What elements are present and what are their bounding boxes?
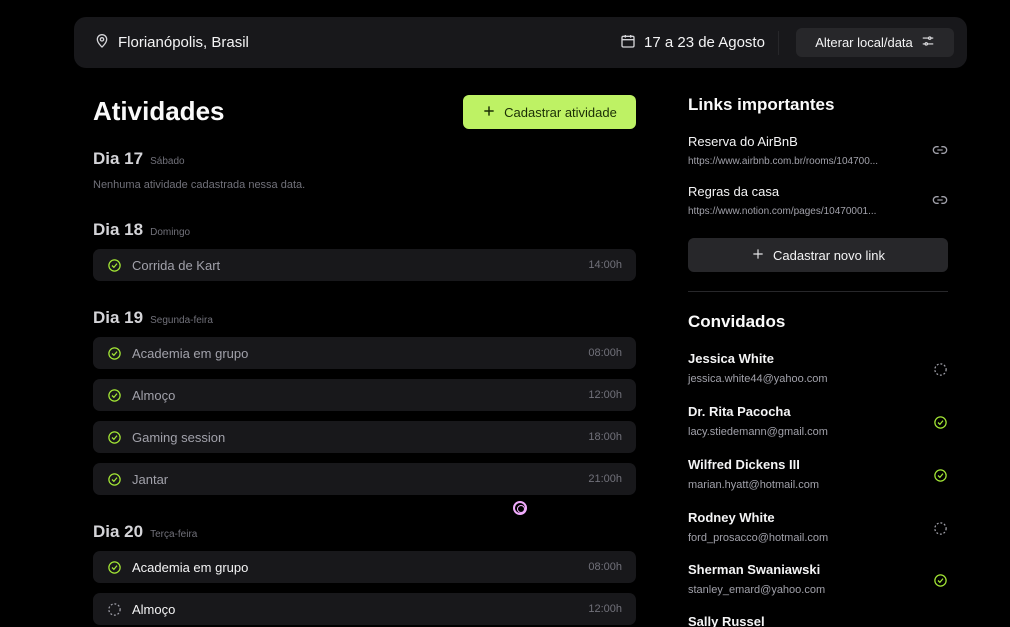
guest-email: marian.hyatt@hotmail.com xyxy=(688,479,819,491)
check-circle-icon xyxy=(933,573,948,593)
activity-time: 18:00h xyxy=(588,431,622,443)
settings-sliders-icon xyxy=(921,34,935,51)
link-name: Reserva do AirBnB xyxy=(688,134,798,149)
check-circle-icon xyxy=(107,560,122,575)
date-range: 17 a 23 de Agosto xyxy=(620,17,765,68)
link-url: https://www.airbnb.com.br/rooms/104700..… xyxy=(688,156,879,167)
guests-title: Convidados xyxy=(688,312,786,331)
activity-time: 12:00h xyxy=(588,389,622,401)
guest-email: stanley_emard@yahoo.com xyxy=(688,584,826,596)
guest-name: Jessica White xyxy=(688,351,774,366)
day-label: Dia 17 xyxy=(93,149,144,168)
activity-name: Almoço xyxy=(132,387,176,403)
guest-email: lacy.stiedemann@gmail.com xyxy=(688,426,828,438)
day-weekday: Sábado xyxy=(150,156,185,167)
activity-name: Academia em grupo xyxy=(132,345,249,361)
link-item[interactable]: Reserva do AirBnB https://www.airbnb.com… xyxy=(688,134,948,167)
guest-name: Sally Russel xyxy=(688,614,765,627)
check-circle-icon xyxy=(933,415,948,435)
day-header: Dia 19 Segunda-feira xyxy=(93,308,213,328)
day-label: Dia 20 xyxy=(93,522,144,541)
guest-item: Wilfred Dickens III marian.hyatt@hotmail… xyxy=(688,457,948,491)
link-icon[interactable] xyxy=(932,142,948,163)
activity-time: 21:00h xyxy=(588,473,622,485)
day-label: Dia 19 xyxy=(93,308,144,327)
day-weekday: Domingo xyxy=(150,227,191,238)
day-label: Dia 18 xyxy=(93,220,144,239)
link-name: Regras da casa xyxy=(688,184,780,199)
dashed-circle-icon xyxy=(107,602,122,617)
check-circle-icon xyxy=(107,258,122,273)
activity-time: 12:00h xyxy=(588,603,622,615)
link-item[interactable]: Regras da casa https://www.notion.com/pa… xyxy=(688,184,948,217)
link-icon[interactable] xyxy=(932,192,948,213)
guest-item: Sherman Swaniawski stanley_emard@yahoo.c… xyxy=(688,562,948,596)
plus-icon xyxy=(751,247,765,264)
guest-item: Jessica White jessica.white44@yahoo.com xyxy=(688,351,948,385)
activity-name: Almoço xyxy=(132,601,176,617)
day-weekday: Terça-feira xyxy=(150,529,198,540)
check-circle-icon xyxy=(107,430,122,445)
dashed-circle-icon xyxy=(933,521,948,541)
links-title: Links importantes xyxy=(688,95,835,114)
guest-item: Rodney White ford_prosacco@hotmail.com xyxy=(688,510,948,544)
activity-item[interactable]: Almoço 12:00h xyxy=(93,593,636,625)
day-header: Dia 18 Domingo xyxy=(93,220,190,240)
trip-header: Florianópolis, Brasil 17 a 23 de Agosto … xyxy=(74,17,967,68)
activity-name: Gaming session xyxy=(132,429,226,445)
activity-item[interactable]: Gaming session 18:00h xyxy=(93,421,636,453)
guest-item: Dr. Rita Pacocha lacy.stiedemann@gmail.c… xyxy=(688,404,948,438)
map-pin-icon xyxy=(94,33,110,53)
activities-title: Atividades xyxy=(93,96,225,126)
activity-item[interactable]: Academia em grupo 08:00h xyxy=(93,551,636,583)
change-button-label: Alterar local/data xyxy=(815,35,913,50)
divider xyxy=(778,31,779,55)
add-link-button[interactable]: Cadastrar novo link xyxy=(688,238,948,272)
guest-name: Sherman Swaniawski xyxy=(688,562,821,577)
add-activity-button[interactable]: Cadastrar atividade xyxy=(463,95,636,129)
guest-email: ford_prosacco@hotmail.com xyxy=(688,532,829,544)
guest-name: Dr. Rita Pacocha xyxy=(688,404,791,419)
activity-item[interactable]: Jantar 21:00h xyxy=(93,463,636,495)
day-header: Dia 17 Sábado xyxy=(93,149,185,169)
activity-name: Jantar xyxy=(132,471,169,487)
activity-name: Corrida de Kart xyxy=(132,257,221,273)
date-range-text: 17 a 23 de Agosto xyxy=(644,34,765,51)
location: Florianópolis, Brasil xyxy=(94,17,249,68)
day-header: Dia 20 Terça-feira xyxy=(93,522,197,542)
activity-time: 14:00h xyxy=(588,259,622,271)
mouse-cursor xyxy=(513,501,527,515)
activity-item[interactable]: Almoço 12:00h xyxy=(93,379,636,411)
activity-item[interactable]: Academia em grupo 08:00h xyxy=(93,337,636,369)
change-location-date-button[interactable]: Alterar local/data xyxy=(796,28,954,57)
activity-item[interactable]: Corrida de Kart 14:00h xyxy=(93,249,636,281)
add-link-label: Cadastrar novo link xyxy=(773,247,885,263)
check-circle-icon xyxy=(933,468,948,488)
dashed-circle-icon xyxy=(933,362,948,382)
guest-name: Wilfred Dickens III xyxy=(688,457,800,472)
day-weekday: Segunda-feira xyxy=(150,315,213,326)
check-circle-icon xyxy=(107,388,122,403)
guest-email: jessica.white44@yahoo.com xyxy=(688,373,828,385)
divider xyxy=(688,291,948,292)
guest-item: Sally Russel xyxy=(688,614,948,627)
activity-time: 08:00h xyxy=(588,347,622,359)
location-text: Florianópolis, Brasil xyxy=(118,34,249,51)
activity-name: Academia em grupo xyxy=(132,559,249,575)
plus-icon xyxy=(482,104,496,121)
link-url: https://www.notion.com/pages/10470001... xyxy=(688,206,877,217)
guest-name: Rodney White xyxy=(688,510,775,525)
check-circle-icon xyxy=(107,346,122,361)
activity-time: 08:00h xyxy=(588,561,622,573)
add-activity-label: Cadastrar atividade xyxy=(504,104,617,120)
check-circle-icon xyxy=(107,472,122,487)
empty-day-message: Nenhuma atividade cadastrada nessa data. xyxy=(93,179,306,191)
calendar-icon xyxy=(620,33,636,53)
